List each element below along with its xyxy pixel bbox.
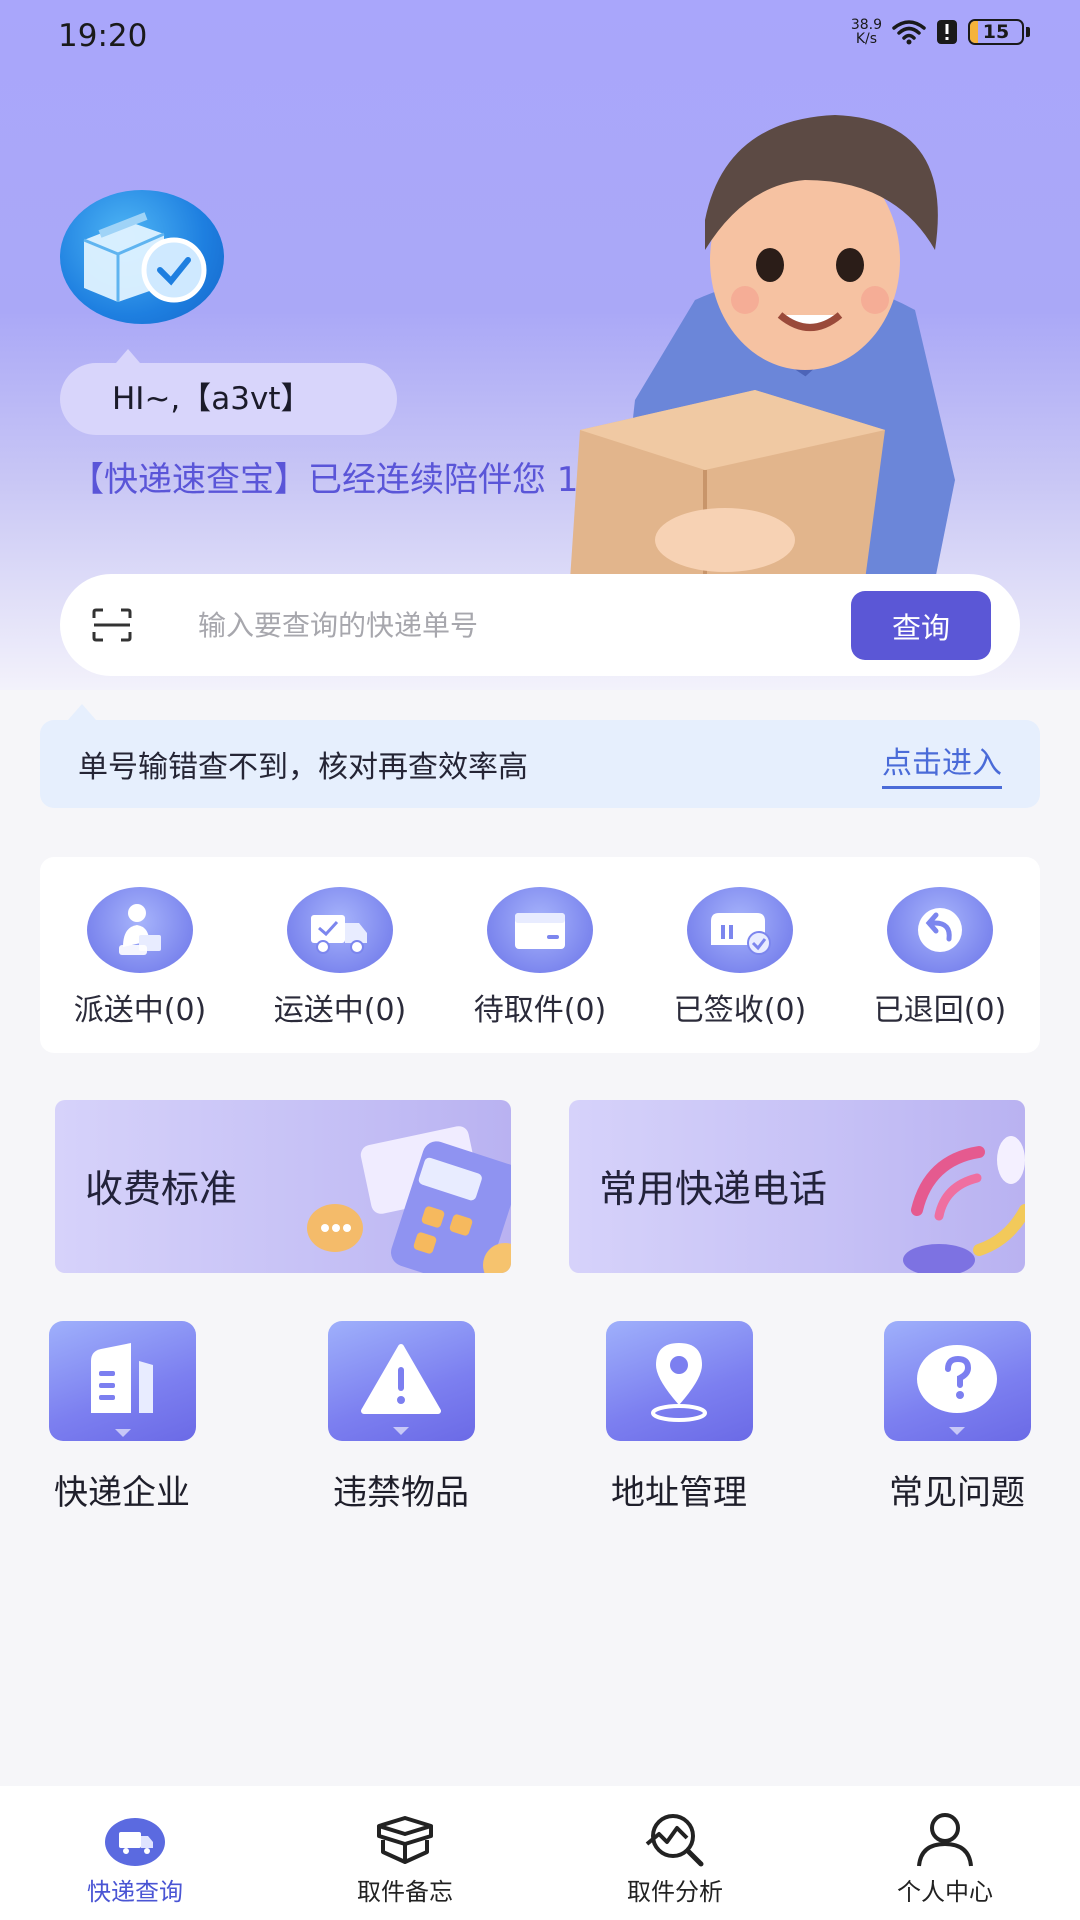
battery-indicator: 15 bbox=[968, 19, 1024, 45]
status-signed[interactable]: 已签收(0) bbox=[640, 887, 840, 1029]
status-returned[interactable]: 已退回(0) bbox=[840, 887, 1040, 1029]
building-icon bbox=[48, 1321, 196, 1441]
bottom-tab-bar: 快递查询 取件备忘 取件分析 个人中心 bbox=[0, 1786, 1080, 1920]
tab-personal-center[interactable]: 个人中心 bbox=[810, 1786, 1080, 1920]
status-awaiting-pickup[interactable]: 待取件(0) bbox=[440, 887, 640, 1029]
address-management-button[interactable]: 地址管理 bbox=[579, 1321, 779, 1514]
tip-enter-link[interactable]: 点击进入 bbox=[882, 738, 1002, 789]
wifi-icon bbox=[892, 20, 926, 45]
tab-pickup-memo[interactable]: 取件备忘 bbox=[270, 1786, 540, 1920]
signed-icon bbox=[687, 887, 793, 973]
status-label: 已退回(0) bbox=[873, 993, 1007, 1028]
fee-standard-card[interactable]: 收费标准 bbox=[55, 1100, 511, 1273]
courier-icon bbox=[87, 887, 193, 973]
network-speed: 38.9 K/s bbox=[850, 17, 882, 47]
faq-button[interactable]: 常见问题 bbox=[857, 1321, 1057, 1514]
service-label: 违禁物品 bbox=[333, 1473, 469, 1513]
warning-icon bbox=[327, 1321, 475, 1441]
service-label: 地址管理 bbox=[611, 1473, 747, 1513]
return-icon bbox=[887, 887, 993, 973]
delivery-man-illustration bbox=[570, 115, 955, 580]
tracking-number-input[interactable] bbox=[198, 594, 758, 656]
battery-cap bbox=[1026, 27, 1030, 37]
parcel-status-card: 派送中(0) 运送中(0) 待取件(0) 已签收(0) 已退回(0) bbox=[40, 857, 1040, 1053]
tip-text: 单号输错查不到，核对再查效率高 bbox=[78, 750, 528, 785]
battery-fill bbox=[970, 21, 978, 43]
scan-icon[interactable] bbox=[92, 608, 132, 642]
truck-icon bbox=[287, 887, 393, 973]
location-pin-icon bbox=[605, 1321, 753, 1441]
status-label: 运送中(0) bbox=[273, 993, 407, 1028]
status-delivering[interactable]: 派送中(0) bbox=[40, 887, 240, 1029]
alert-icon bbox=[937, 20, 957, 44]
delivery-van-icon bbox=[103, 1810, 167, 1868]
status-time: 19:20 bbox=[58, 18, 148, 54]
tip-banner: 单号输错查不到，核对再查效率高 点击进入 bbox=[40, 704, 1040, 808]
service-label: 快递企业 bbox=[54, 1473, 190, 1513]
tab-label: 取件分析 bbox=[627, 1878, 723, 1906]
tab-express-query[interactable]: 快递查询 bbox=[0, 1786, 270, 1920]
status-label: 派送中(0) bbox=[73, 993, 207, 1028]
search-button[interactable]: 查询 bbox=[851, 591, 991, 660]
status-in-transit[interactable]: 运送中(0) bbox=[240, 887, 440, 1029]
package-check-icon bbox=[60, 190, 224, 324]
question-icon bbox=[883, 1321, 1031, 1441]
tab-pickup-analysis[interactable]: 取件分析 bbox=[540, 1786, 810, 1920]
tab-label: 取件备忘 bbox=[357, 1878, 453, 1906]
tab-label: 快递查询 bbox=[87, 1878, 183, 1906]
user-icon bbox=[913, 1810, 977, 1868]
feature-title: 收费标准 bbox=[85, 1167, 238, 1211]
calculator-icon bbox=[307, 1126, 511, 1273]
service-label: 常见问题 bbox=[889, 1473, 1025, 1513]
telephone-icon bbox=[903, 1136, 1025, 1273]
status-label: 已签收(0) bbox=[673, 993, 807, 1028]
search-bar: 查询 bbox=[60, 574, 1020, 676]
status-label: 待取件(0) bbox=[473, 993, 607, 1028]
greeting-bubble: HI~,【a3vt】 bbox=[60, 349, 397, 435]
analysis-search-icon bbox=[643, 1810, 707, 1868]
courier-companies-button[interactable]: 快递企业 bbox=[22, 1321, 222, 1514]
courier-phone-card[interactable]: 常用快递电话 bbox=[569, 1100, 1025, 1273]
pickup-box-icon bbox=[487, 887, 593, 973]
tab-label: 个人中心 bbox=[897, 1878, 993, 1906]
status-indicators: 38.9 K/s 15 bbox=[851, 18, 1030, 46]
feature-title: 常用快递电话 bbox=[599, 1167, 828, 1211]
status-bar: 19:20 38.9 K/s 15 bbox=[0, 0, 1080, 72]
prohibited-items-button[interactable]: 违禁物品 bbox=[301, 1321, 501, 1514]
companion-days-text: 【快递速查宝】已经连续陪伴您 1 天 bbox=[70, 460, 624, 500]
open-box-icon bbox=[373, 1810, 437, 1868]
